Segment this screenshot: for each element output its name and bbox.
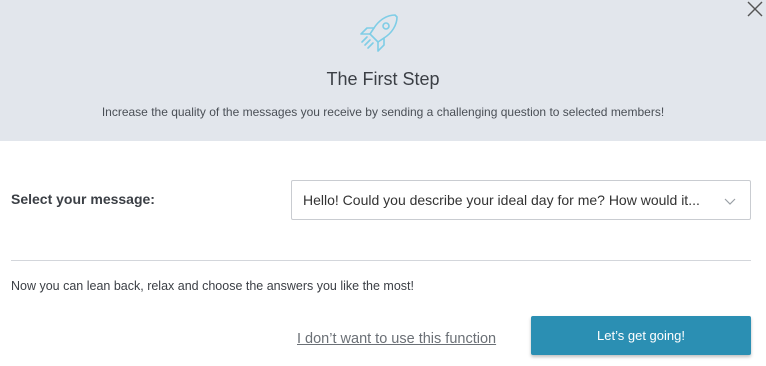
lets-get-going-button[interactable]: Let’s get going! [531, 316, 751, 355]
message-select[interactable]: Hello! Could you describe your ideal day… [291, 180, 751, 220]
dialog-header: The First Step Increase the quality of t… [0, 0, 766, 141]
rocket-icon [357, 11, 403, 55]
skip-function-link[interactable]: I don’t want to use this function [297, 331, 496, 347]
select-message-label: Select your message: [11, 191, 155, 207]
dialog-subtitle: Increase the quality of the messages you… [101, 105, 665, 119]
chevron-down-icon [724, 194, 736, 206]
message-select-value: Hello! Could you describe your ideal day… [303, 192, 700, 208]
dialog-title: The First Step [326, 69, 440, 89]
close-icon[interactable] [746, 0, 764, 18]
divider [11, 260, 751, 261]
hint-text: Now you can lean back, relax and choose … [11, 279, 414, 293]
